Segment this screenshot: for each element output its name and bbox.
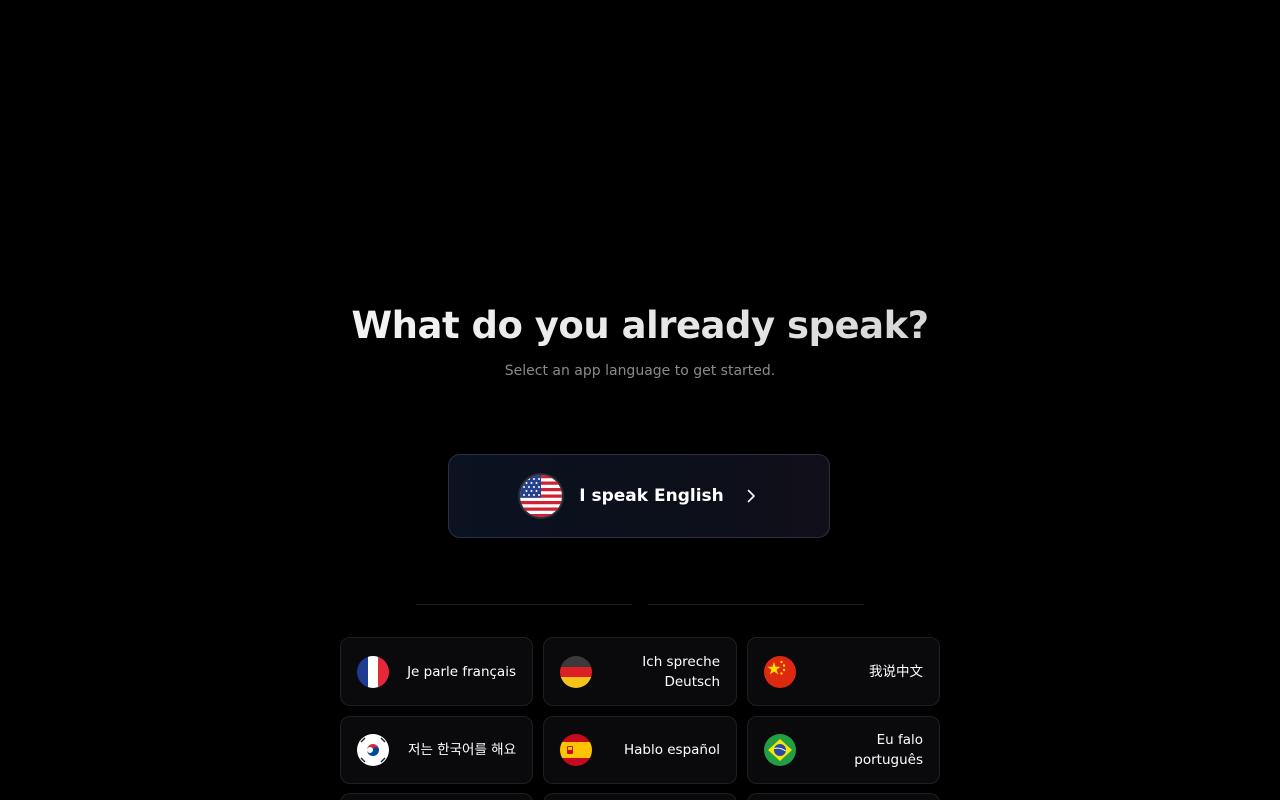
language-card-french[interactable]: Je parle français [340,637,533,706]
language-card-spanish[interactable]: Hablo español [543,716,737,784]
language-card-partial[interactable] [543,793,737,800]
language-card-partial[interactable] [747,793,940,800]
france-flag-icon [357,655,389,688]
language-grid: Je parle français Ich spreche Deutsch 我说… [340,637,940,784]
language-card-chinese[interactable]: 我说中文 [747,637,940,706]
language-card-german[interactable]: Ich spreche Deutsch [543,637,737,706]
brazil-flag-icon [764,734,796,766]
language-card-korean[interactable]: 저는 한국어를 해요 [340,716,533,784]
language-label: Eu falo português [854,732,923,768]
page-title: What do you already speak? [0,300,1280,352]
language-label: 我说中文 [869,663,923,680]
language-card-portuguese[interactable]: Eu falo português [747,716,940,784]
language-card-partial[interactable] [340,793,533,800]
language-label: Hablo español [623,742,720,758]
page-subtitle: Select an app language to get started. [504,363,776,379]
language-label: Ich spreche Deutsch [642,653,720,690]
language-label: 저는 한국어를 해요 [408,742,516,758]
china-flag-icon [764,655,796,688]
south-korea-flag-icon [357,734,389,766]
language-label: Je parle français [407,663,516,680]
english-language-label: I speak English [579,486,724,506]
language-selection-screen: What do you already speak? Select an app… [0,0,1280,800]
spain-flag-icon [560,734,592,766]
divider-right [648,604,864,605]
chevron-right-icon [744,489,758,503]
germany-flag-icon [560,655,592,688]
english-language-button[interactable]: I speak English [448,454,830,538]
divider-left [416,604,632,605]
us-flag-icon [520,475,563,517]
